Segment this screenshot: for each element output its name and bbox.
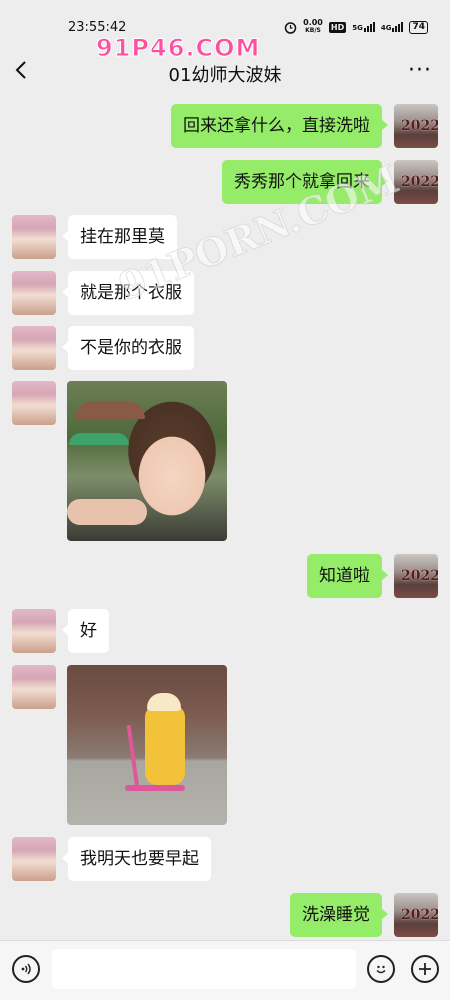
message-row: 秀秀那个就拿回来 2022 — [0, 160, 450, 204]
status-icons: 0.00 KB/S HD 5G 4G 74 — [284, 19, 428, 35]
plus-icon — [419, 963, 431, 975]
photo-detail — [67, 499, 147, 525]
message-bubble[interactable]: 回来还拿什么，直接洗啦 — [171, 104, 388, 148]
more-options-button[interactable]: ··· — [408, 58, 432, 83]
watermark-top: 91P46.COM — [95, 34, 261, 63]
message-input[interactable] — [52, 949, 356, 989]
image-message[interactable] — [67, 381, 227, 541]
message-row: 挂在那里莫 — [0, 215, 450, 259]
net-speed-value: 0.00 — [303, 18, 323, 27]
message-row: 洗澡睡觉 2022 — [0, 893, 450, 937]
net-speed-unit: KB/S — [305, 27, 321, 34]
status-time: 23:55:42 — [68, 20, 127, 35]
signal-4g-icon: 4G — [381, 22, 404, 32]
image-message[interactable] — [67, 665, 227, 825]
avatar-text: 2022 — [401, 118, 438, 134]
photo-detail — [75, 401, 145, 419]
message-bubble[interactable]: 洗澡睡觉 — [290, 893, 388, 937]
message-bubble[interactable]: 就是那个衣服 — [62, 271, 194, 315]
avatar-self[interactable]: 2022 — [394, 104, 438, 148]
input-bar — [0, 940, 450, 1000]
message-bubble[interactable]: 知道啦 — [307, 554, 388, 598]
message-row: 就是那个衣服 — [0, 271, 450, 315]
emoji-button[interactable] — [367, 955, 395, 983]
avatar-text: 2022 — [401, 907, 438, 923]
avatar-self[interactable]: 2022 — [394, 554, 438, 598]
voice-icon — [21, 963, 31, 975]
voice-button[interactable] — [12, 955, 40, 983]
emoji-icon — [376, 965, 386, 974]
photo-detail — [126, 725, 140, 789]
avatar-self[interactable]: 2022 — [394, 893, 438, 937]
signal-5g-icon: 5G — [352, 22, 375, 32]
avatar-contact[interactable] — [12, 271, 56, 315]
message-bubble[interactable]: 挂在那里莫 — [62, 215, 177, 259]
message-bubble[interactable]: 我明天也要早起 — [62, 837, 211, 881]
message-bubble[interactable]: 秀秀那个就拿回来 — [222, 160, 388, 204]
avatar-text: 2022 — [401, 174, 438, 190]
net-speed: 0.00 KB/S — [303, 19, 323, 35]
avatar-text: 2022 — [401, 568, 438, 584]
photo-detail — [145, 705, 185, 785]
alarm-icon — [284, 21, 297, 34]
chat-title: 01幼师大波妹 — [168, 65, 282, 86]
message-row: 不是你的衣服 — [0, 326, 450, 370]
message-bubble[interactable]: 不是你的衣服 — [62, 326, 194, 370]
hd-badge: HD — [328, 21, 347, 33]
avatar-contact[interactable] — [12, 381, 56, 425]
message-bubble[interactable]: 好 — [62, 609, 109, 653]
photo-detail — [147, 693, 181, 711]
avatar-contact[interactable] — [12, 326, 56, 370]
message-row: 好 — [0, 609, 450, 653]
avatar-self[interactable]: 2022 — [394, 160, 438, 204]
message-row: 知道啦 2022 — [0, 554, 450, 598]
photo-detail — [125, 785, 185, 791]
avatar-contact[interactable] — [12, 837, 56, 881]
avatar-contact[interactable] — [12, 609, 56, 653]
message-row: 回来还拿什么，直接洗啦 2022 — [0, 104, 450, 148]
avatar-contact[interactable] — [12, 215, 56, 259]
plus-button[interactable] — [411, 955, 439, 983]
signal-4g-label: 4G — [380, 24, 392, 32]
signal-5g-label: 5G — [352, 24, 363, 32]
photo-detail — [69, 433, 129, 445]
message-row: 我明天也要早起 — [0, 837, 450, 881]
battery-icon: 74 — [409, 20, 428, 34]
avatar-contact[interactable] — [12, 665, 56, 709]
